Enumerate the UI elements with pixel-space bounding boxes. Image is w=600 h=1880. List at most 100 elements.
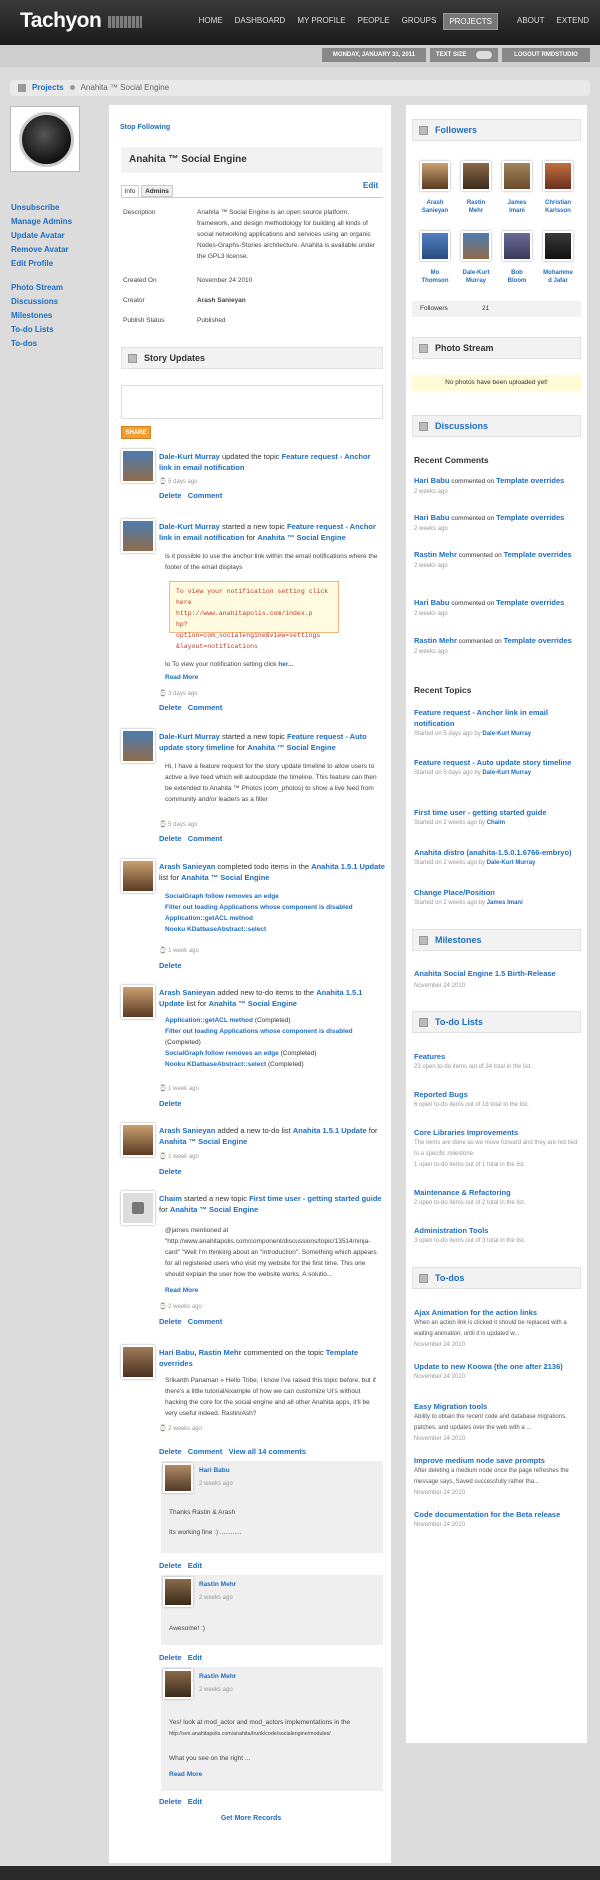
story-project[interactable]: Anahita ™ Social Engine [209,999,297,1008]
delete-link[interactable]: Delete [159,1561,182,1570]
tab-admins[interactable]: Admins [141,185,173,197]
todo-item-link[interactable]: Nooku KDatbaseAbstract::select [165,1061,266,1068]
nav-projects[interactable]: PROJECTS [443,13,498,30]
tab-info[interactable]: Info [121,185,139,197]
comment-topic[interactable]: Template overrides [504,550,572,559]
follower-avatar[interactable] [461,161,491,191]
topic-title[interactable]: Feature request - Auto update story time… [414,757,582,768]
story-target[interactable]: Anahita 1.5.1 Update [293,1126,367,1135]
delete-link[interactable]: Delete [159,1653,182,1662]
comment-author[interactable]: Rastin Mehr [414,636,457,645]
topic-author[interactable]: Chaim [487,820,505,826]
topic-author[interactable]: Dale-Kurt Murray [482,731,531,737]
edit-comment-link[interactable]: Edit [188,1797,202,1806]
todo-item-link[interactable]: Application::getACL method [165,1017,253,1024]
story-author[interactable]: Arash Sanieyan [159,1126,215,1135]
get-more-records-link[interactable]: Get More Records [109,1815,393,1822]
story-project[interactable]: Anahita ™ Social Engine [170,1205,258,1214]
story-project[interactable]: Anahita ™ Social Engine [257,533,345,542]
excerpt-link[interactable]: her... [278,661,293,668]
menu-edit-profile[interactable]: Edit Profile [11,259,53,268]
comment-author[interactable]: Rastin Mehr [199,1581,236,1588]
topic-title[interactable]: Change Place/Position [414,887,582,898]
nav-my-profile[interactable]: MY PROFILE [292,13,350,30]
todo-title[interactable]: Improve medium node save prompts [414,1455,582,1466]
story-author[interactable]: Dale-Kurt Murray [159,732,220,741]
story-project[interactable]: Anahita ™ Social Engine [181,873,269,882]
followers-title[interactable]: Followers [435,125,477,135]
read-more-link[interactable]: Read More [165,674,198,681]
avatar[interactable] [121,729,155,763]
follower-name[interactable]: Mohamme d Jafar [538,269,578,285]
comment-author[interactable]: Hari Babu [199,1467,230,1474]
topic-author[interactable]: Dale-Kurt Murray [482,770,531,776]
avatar[interactable] [121,1191,155,1225]
avatar[interactable] [121,1345,155,1379]
comment-author[interactable]: Hari Babu [414,513,449,522]
edit-link[interactable]: Edit [363,181,378,190]
milestone-title[interactable]: Anahita Social Engine 1.5 Birth-Release [414,969,582,978]
menu-todo-lists[interactable]: To-do Lists [11,325,54,334]
todo-item-link[interactable]: Filter out loading Applications whose co… [165,1028,353,1035]
list-title[interactable]: Maintenance & Refactoring [414,1187,582,1198]
follower-avatar[interactable] [543,231,573,261]
follower-avatar[interactable] [502,161,532,191]
nav-home[interactable]: HOME [194,13,228,30]
comment-link[interactable]: Comment [188,491,223,500]
delete-link[interactable]: Delete [159,491,182,500]
todo-title[interactable]: Ajax Animation for the action links [414,1307,582,1318]
menu-milestones[interactable]: Milestones [11,311,52,320]
milestones-title[interactable]: Milestones [435,935,482,945]
text-size-toggle-icon[interactable] [476,51,492,59]
read-more-link[interactable]: Read More [169,1771,202,1778]
topic-title[interactable]: Anahita distro (anahita-1.5.0.1.6766-emb… [414,847,582,858]
follower-name[interactable]: Rastin Mehr [456,199,496,215]
edit-comment-link[interactable]: Edit [188,1561,202,1570]
home-icon[interactable] [18,84,26,92]
follower-name[interactable]: Bob Bloom [497,269,537,285]
follower-avatar[interactable] [502,231,532,261]
comment-author[interactable]: Rastin Mehr [199,1673,236,1680]
comment-topic[interactable]: Template overrides [496,513,564,522]
nav-groups[interactable]: GROUPS [397,13,442,30]
story-target[interactable]: First time user - getting started guide [249,1194,382,1203]
todo-item-link[interactable]: SocialGraph follow removes an edge [165,1050,279,1057]
story-author[interactable]: Arash Sanieyan [159,862,215,871]
todo-item[interactable]: SocialGraph follow removes an edge [165,891,353,902]
todo-item[interactable]: Nooku KDatbaseAbstract::select [165,924,353,935]
follower-avatar[interactable] [543,161,573,191]
topic-author[interactable]: James Imani [487,900,523,906]
creator-link[interactable]: Arash Sanieyan [197,295,246,306]
todo-item[interactable]: Filter out loading Applications whose co… [165,902,353,913]
todo-item[interactable]: Application::getACL method [165,913,353,924]
menu-unsubscribe[interactable]: Unsubscribe [11,203,59,212]
delete-link[interactable]: Delete [159,1099,182,1108]
todos-title[interactable]: To-dos [435,1273,464,1283]
story-project[interactable]: Anahita ™ Social Engine [159,1137,247,1146]
story-author[interactable]: Hari Babu, Rastin Mehr [159,1348,242,1357]
delete-link[interactable]: Delete [159,834,182,843]
follower-name[interactable]: Christian Karlsson [538,199,578,215]
follower-name[interactable]: Arash Sanieyan [415,199,455,215]
delete-link[interactable]: Delete [159,1167,182,1176]
list-title[interactable]: Administration Tools [414,1225,582,1236]
todo-lists-title[interactable]: To-do Lists [435,1017,483,1027]
stop-following-link[interactable]: Stop Following [120,124,170,131]
comment-author[interactable]: Hari Babu [414,598,449,607]
follower-avatar[interactable] [420,231,450,261]
menu-manage-admins[interactable]: Manage Admins [11,217,72,226]
list-title[interactable]: Core Libraries Improvements [414,1127,582,1138]
todo-title[interactable]: Code documentation for the Beta release [414,1509,582,1520]
share-button[interactable]: SHARE [121,426,151,439]
avatar[interactable] [121,1123,155,1157]
topic-title[interactable]: First time user - getting started guide [414,807,582,818]
view-all-comments-link[interactable]: View all 14 comments [229,1447,306,1456]
nav-dashboard[interactable]: DASHBOARD [230,13,291,30]
menu-remove-avatar[interactable]: Remove Avatar [11,245,69,254]
todo-title[interactable]: Easy Migration tools [414,1401,582,1412]
nav-extend[interactable]: EXTEND [552,13,594,30]
story-author[interactable]: Chaim [159,1194,182,1203]
avatar[interactable] [163,1577,193,1607]
text-size-control[interactable]: TEXT SIZE [430,48,498,62]
delete-link[interactable]: Delete [159,1317,182,1326]
